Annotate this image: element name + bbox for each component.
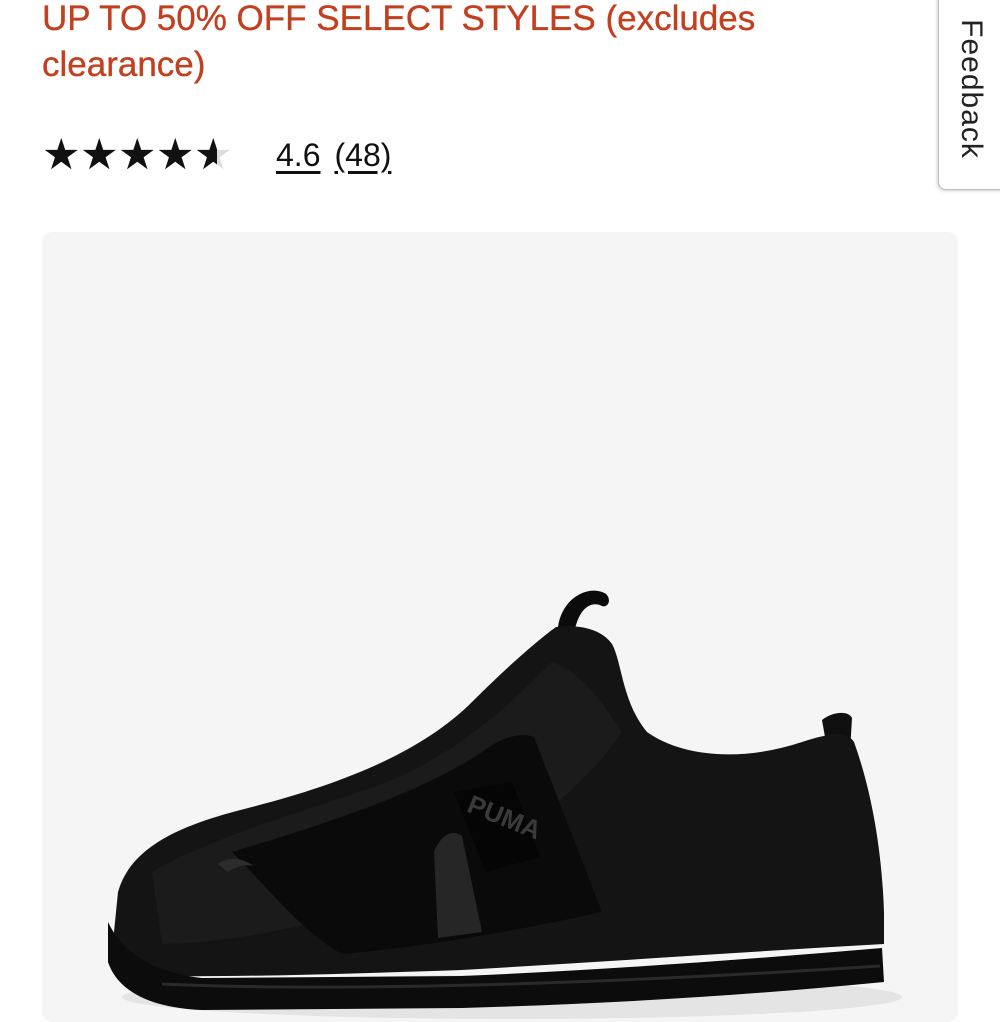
star-icon: ★ ★	[194, 130, 233, 180]
product-image[interactable]: PUMA	[42, 232, 958, 1022]
star-icon: ★ ★	[118, 130, 157, 180]
feedback-label: Feedback	[955, 19, 988, 159]
slip-on-sneaker-image: PUMA	[108, 590, 902, 1019]
feedback-tab[interactable]: Feedback	[938, 0, 1000, 190]
star-icon: ★ ★	[156, 130, 195, 180]
star-icon: ★ ★	[80, 130, 119, 180]
rating-value-link[interactable]: 4.6	[276, 135, 320, 175]
promo-banner: UP TO 50% OFF SELECT STYLES (excludes cl…	[42, 0, 756, 84]
review-count-link[interactable]: (48)	[334, 135, 391, 175]
rating-row: ★ ★ ★ ★ ★ ★ ★ ★ ★ ★ 4.6 (48)	[42, 130, 391, 180]
star-rating: ★ ★ ★ ★ ★ ★ ★ ★ ★ ★	[42, 130, 233, 180]
star-icon: ★ ★	[42, 130, 81, 180]
